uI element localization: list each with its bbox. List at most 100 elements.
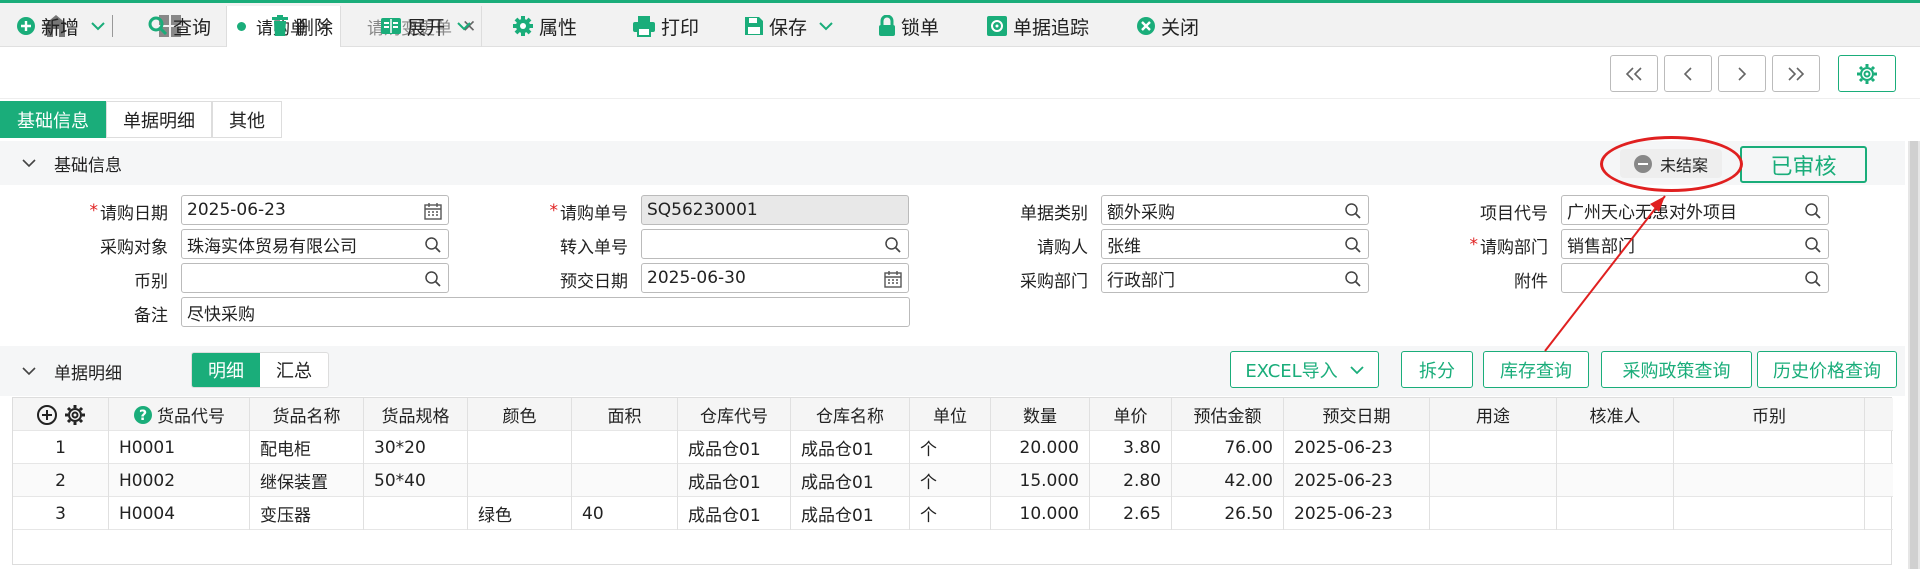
- remark-field[interactable]: 尽快采购: [181, 297, 910, 327]
- cell-area[interactable]: 40: [572, 497, 678, 530]
- cell-wh-code[interactable]: 成品仓01: [678, 464, 791, 497]
- col-header[interactable]: 仓库代号: [678, 398, 791, 431]
- tab-basic-info[interactable]: 基础信息: [0, 101, 106, 138]
- doc-type-field[interactable]: 额外采购: [1101, 195, 1369, 225]
- tab-summary[interactable]: 汇总: [260, 353, 328, 387]
- cell-currency[interactable]: [1674, 431, 1865, 464]
- cell-approver[interactable]: [1557, 464, 1674, 497]
- cell-code[interactable]: H0004: [109, 497, 250, 530]
- cell-use[interactable]: [1430, 464, 1557, 497]
- cell-unit[interactable]: 个: [910, 497, 991, 530]
- col-header[interactable]: 单价: [1090, 398, 1172, 431]
- cell-date[interactable]: 2025-06-23: [1284, 431, 1430, 464]
- cell-color[interactable]: [468, 464, 572, 497]
- requester-field[interactable]: 张维: [1101, 229, 1369, 259]
- cell-area[interactable]: [572, 431, 678, 464]
- search-icon[interactable]: [1344, 270, 1362, 288]
- cell-use[interactable]: [1430, 497, 1557, 530]
- close-button[interactable]: 关闭: [1136, 12, 1199, 40]
- new-button[interactable]: 新增: [16, 12, 110, 40]
- table-row[interactable]: 1 H0001 配电柜 30*20 成品仓01 成品仓01 个 20.000 3…: [13, 431, 1893, 464]
- search-icon[interactable]: [1344, 236, 1362, 254]
- search-icon[interactable]: [1804, 270, 1822, 288]
- cell-wh-name[interactable]: 成品仓01: [791, 497, 910, 530]
- cell-amount[interactable]: 76.00: [1172, 431, 1284, 464]
- cell-approver[interactable]: [1557, 431, 1674, 464]
- search-icon[interactable]: [424, 236, 442, 254]
- save-button[interactable]: 保存: [744, 12, 838, 40]
- col-header[interactable]: 预交日期: [1284, 398, 1430, 431]
- table-row[interactable]: 2 H0002 继保装置 50*40 成品仓01 成品仓01 个 15.000 …: [13, 464, 1893, 497]
- cell-code[interactable]: H0001: [109, 431, 250, 464]
- col-header[interactable]: 用途: [1430, 398, 1557, 431]
- cell-spec[interactable]: 50*40: [364, 464, 468, 497]
- excel-import-button[interactable]: EXCEL导入: [1230, 351, 1379, 388]
- cell-price[interactable]: 3.80: [1090, 431, 1172, 464]
- cell-color[interactable]: [468, 431, 572, 464]
- chevron-down-icon[interactable]: [819, 21, 833, 31]
- col-header[interactable]: 核准人: [1557, 398, 1674, 431]
- cell-qty[interactable]: 15.000: [991, 464, 1090, 497]
- cell-wh-code[interactable]: 成品仓01: [678, 497, 791, 530]
- cell-qty[interactable]: 10.000: [991, 497, 1090, 530]
- delivery-date-field[interactable]: 2025-06-30: [641, 263, 909, 293]
- col-header[interactable]: 数量: [991, 398, 1090, 431]
- col-header[interactable]: 面积: [572, 398, 678, 431]
- cell-name[interactable]: 变压器: [250, 497, 364, 530]
- trace-button[interactable]: 单据追踪: [986, 12, 1089, 40]
- cell-approver[interactable]: [1557, 497, 1674, 530]
- cell-date[interactable]: 2025-06-23: [1284, 497, 1430, 530]
- col-header[interactable]: ? 货品代号: [109, 398, 250, 431]
- search-icon[interactable]: [1344, 202, 1362, 220]
- req-date-field[interactable]: 2025-06-23: [181, 195, 449, 225]
- cell-unit[interactable]: 个: [910, 464, 991, 497]
- calendar-icon[interactable]: [884, 270, 902, 288]
- lock-button[interactable]: 锁单: [878, 12, 939, 40]
- search-icon[interactable]: [884, 236, 902, 254]
- scrollbar-thumb[interactable]: [1910, 141, 1918, 569]
- cell-wh-name[interactable]: 成品仓01: [791, 464, 910, 497]
- purchase-target-field[interactable]: 珠海实体贸易有限公司: [181, 229, 449, 259]
- search-icon[interactable]: [1804, 202, 1822, 220]
- calendar-icon[interactable]: [424, 202, 442, 220]
- transfer-no-field[interactable]: [641, 229, 909, 259]
- col-header[interactable]: 币别: [1674, 398, 1865, 431]
- cell-wh-name[interactable]: 成品仓01: [791, 431, 910, 464]
- cell-code[interactable]: H0002: [109, 464, 250, 497]
- cell-wh-code[interactable]: 成品仓01: [678, 431, 791, 464]
- tab-detail[interactable]: 明细: [192, 353, 260, 387]
- cell-unit[interactable]: 个: [910, 431, 991, 464]
- cell-spec[interactable]: 30*20: [364, 431, 468, 464]
- help-icon[interactable]: ?: [133, 405, 153, 425]
- split-button[interactable]: 拆分: [1401, 351, 1473, 388]
- vertical-scrollbar[interactable]: [1908, 141, 1920, 569]
- first-record-button[interactable]: [1610, 55, 1658, 92]
- cell-date[interactable]: 2025-06-23: [1284, 464, 1430, 497]
- tab-other[interactable]: 其他: [212, 101, 282, 138]
- expand-button[interactable]: 展开: [380, 12, 476, 40]
- req-dept-field[interactable]: 销售部门: [1561, 229, 1829, 259]
- table-row[interactable]: 3 H0004 变压器 绿色 40 成品仓01 成品仓01 个 10.000 2…: [13, 497, 1893, 530]
- chevron-down-icon[interactable]: [22, 366, 36, 376]
- cell-name[interactable]: 继保装置: [250, 464, 364, 497]
- properties-button[interactable]: 属性: [512, 12, 577, 40]
- cell-use[interactable]: [1430, 431, 1557, 464]
- gear-icon[interactable]: [64, 404, 86, 426]
- project-code-field[interactable]: 广州天心无患对外项目: [1561, 195, 1829, 225]
- col-header[interactable]: 颜色: [468, 398, 572, 431]
- chevron-down-icon[interactable]: [457, 21, 471, 31]
- search-icon[interactable]: [424, 270, 442, 288]
- delete-button[interactable]: 删除: [270, 12, 333, 40]
- cell-qty[interactable]: 20.000: [991, 431, 1090, 464]
- cell-color[interactable]: 绿色: [468, 497, 572, 530]
- settings-button[interactable]: [1838, 55, 1896, 92]
- col-header[interactable]: 单位: [910, 398, 991, 431]
- stock-query-button[interactable]: 库存查询: [1483, 351, 1589, 388]
- purchase-dept-field[interactable]: 行政部门: [1101, 263, 1369, 293]
- history-price-button[interactable]: 历史价格查询: [1757, 351, 1897, 388]
- cell-spec[interactable]: [364, 497, 468, 530]
- chevron-down-icon[interactable]: [22, 158, 36, 168]
- print-button[interactable]: 打印: [632, 12, 699, 40]
- attachment-field[interactable]: [1561, 263, 1829, 293]
- col-header[interactable]: 预估金额: [1172, 398, 1284, 431]
